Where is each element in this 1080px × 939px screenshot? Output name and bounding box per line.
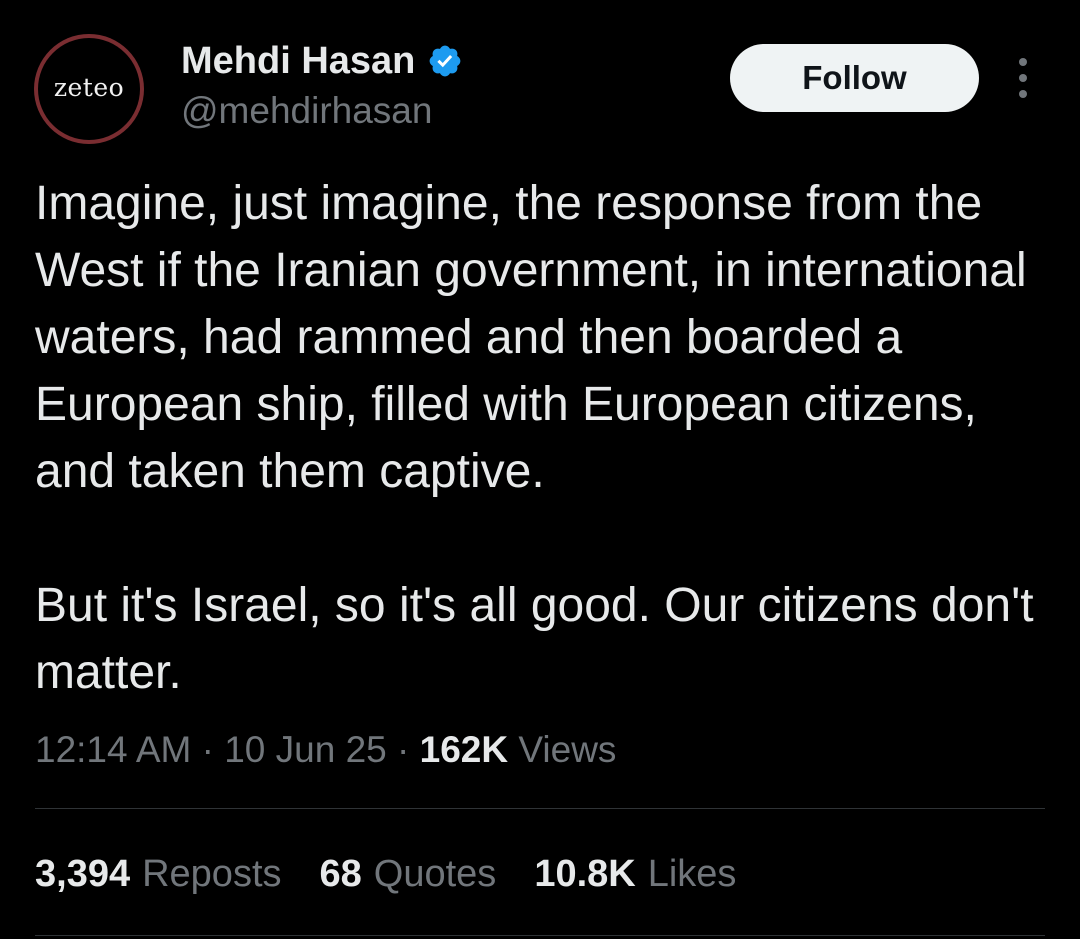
likes-label: Likes xyxy=(647,853,737,895)
likes-stat[interactable]: 10.8K Likes xyxy=(534,850,736,898)
tweet-date[interactable]: 10 Jun 25 xyxy=(224,729,387,770)
tweet-paragraph-1: Imagine, just imagine, the response from… xyxy=(35,177,1027,498)
reposts-stat[interactable]: 3,394 Reposts xyxy=(35,850,282,898)
reposts-count: 3,394 xyxy=(35,853,131,895)
likes-count: 10.8K xyxy=(534,853,636,895)
verified-badge-icon xyxy=(430,45,461,77)
meta-separator: · xyxy=(397,729,420,770)
meta-separator: · xyxy=(201,729,225,770)
tweet-time[interactable]: 12:14 AM xyxy=(35,729,191,770)
divider xyxy=(35,808,1045,809)
tweet-text: Imagine, just imagine, the response from… xyxy=(35,170,1055,706)
avatar-logo-text: zeteo xyxy=(53,72,125,102)
quotes-count: 68 xyxy=(319,853,362,895)
divider xyxy=(35,935,1045,936)
tweet-paragraph-2: But it's Israel, so it's all good. Our c… xyxy=(35,579,1034,699)
author-handle[interactable]: @mehdirhasan xyxy=(181,88,432,134)
engagement-stats: 3,394 Reposts 68 Quotes 10.8K Likes xyxy=(35,850,774,898)
more-dot xyxy=(1019,58,1027,66)
views-label: Views xyxy=(518,729,617,770)
more-options-icon[interactable] xyxy=(1008,58,1038,98)
more-dot xyxy=(1019,74,1027,82)
author-display-name[interactable]: Mehdi Hasan xyxy=(181,38,415,84)
follow-button[interactable]: Follow xyxy=(730,44,979,112)
avatar-inner: zeteo xyxy=(38,38,140,140)
author-name-row: Mehdi Hasan xyxy=(181,38,463,84)
avatar[interactable]: zeteo xyxy=(34,34,144,144)
reposts-label: Reposts xyxy=(142,853,282,895)
quotes-label: Quotes xyxy=(373,853,497,895)
more-dot xyxy=(1019,90,1027,98)
views-count: 162K xyxy=(419,729,509,770)
quotes-stat[interactable]: 68 Quotes xyxy=(320,850,497,898)
tweet-meta: 12:14 AM · 10 Jun 25 · 162K Views xyxy=(35,727,616,773)
